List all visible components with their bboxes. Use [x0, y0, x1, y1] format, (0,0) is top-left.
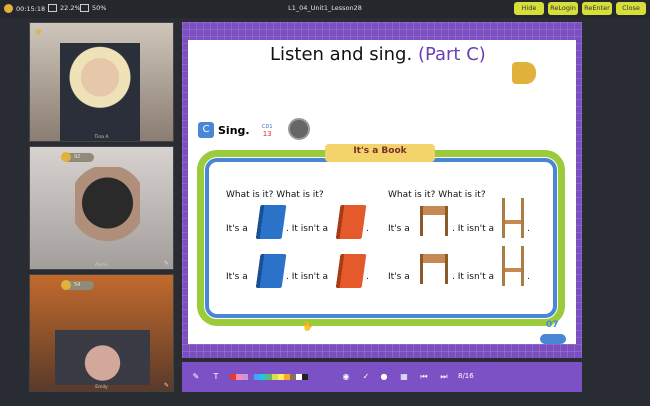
- memory-icon: [80, 4, 89, 12]
- participant-name: Aarav: [94, 263, 109, 268]
- section-letter: C: [198, 122, 214, 138]
- trophy-icon: [61, 280, 71, 290]
- prev-page-icon[interactable]: ⏭: [438, 371, 450, 383]
- eraser-icon[interactable]: ✓: [360, 371, 372, 383]
- first-page-icon[interactable]: ⏮: [418, 371, 430, 383]
- top-bar: 00:15:18 22.2% 50% L1_04_Unit1_Lesson28 …: [0, 0, 650, 18]
- chair-icon: [502, 198, 524, 238]
- blue-book-icon: [255, 205, 287, 239]
- page-indicator: 8/16: [458, 372, 474, 380]
- pen-icon[interactable]: ✎: [190, 371, 202, 383]
- cpu-icon: [48, 4, 57, 12]
- lyric-isnt-a: . It isn't a: [452, 272, 495, 282]
- lyric-period: .: [366, 272, 369, 282]
- red-book-icon: [335, 254, 367, 288]
- pencil-icon: ✎: [163, 260, 169, 267]
- left-question: What is it? What is it?: [226, 190, 324, 200]
- section-header: C Sing.: [198, 122, 250, 138]
- video-tile-teacher[interactable]: ★ Tina A: [29, 22, 174, 142]
- participant-name: Emily: [95, 385, 108, 390]
- calendar-icon[interactable]: ▦: [398, 371, 410, 383]
- lyric-period: .: [527, 272, 530, 282]
- participant-video: [60, 43, 140, 141]
- lyric-isnt-a: . It isn't a: [452, 224, 495, 234]
- video-tile-student-1[interactable]: 92 Aarav ✎: [29, 146, 174, 270]
- blue-book-icon: [255, 254, 287, 288]
- chair-icon: [502, 246, 524, 286]
- color-wheel-icon[interactable]: ◉: [340, 371, 352, 383]
- slide-part: (Part C): [417, 44, 486, 65]
- memory-area: 50%: [80, 4, 106, 12]
- text-icon[interactable]: T: [210, 371, 222, 383]
- right-question: What is it? What is it?: [388, 190, 486, 200]
- lyric-its-a: It's a: [388, 224, 410, 234]
- page-number: 07: [546, 320, 559, 330]
- speaker-icon[interactable]: [512, 62, 536, 84]
- section-label: Sing.: [218, 123, 250, 137]
- trophy-icon: [61, 152, 71, 162]
- slide-title-text: Listen and sing.: [270, 44, 413, 65]
- clock-icon: [4, 4, 13, 13]
- cursor-icon: ✋: [302, 322, 314, 332]
- cpu-text: 22.2%: [60, 4, 81, 12]
- close-button[interactable]: Close: [616, 2, 646, 15]
- relogin-button[interactable]: ReLogin: [548, 2, 578, 15]
- lyric-period: .: [366, 224, 369, 234]
- star-icon: ★: [34, 27, 43, 38]
- reenter-button[interactable]: ReEnter: [582, 2, 612, 15]
- hide-button[interactable]: Hide: [514, 2, 544, 15]
- lyric-period: .: [527, 224, 530, 234]
- lyric-isnt-a: . It isn't a: [286, 272, 329, 282]
- timer-text: 00:15:18: [16, 4, 46, 13]
- lyric-its-a: It's a: [226, 272, 248, 282]
- lyric-isnt-a: . It isn't a: [286, 224, 329, 234]
- lesson-name: L1_04_Unit1_Lesson28: [288, 4, 362, 12]
- banner-text: It's a Book: [353, 146, 407, 156]
- participant-video: [75, 167, 140, 257]
- memory-text: 50%: [92, 4, 107, 12]
- pencil-icon: ✎: [163, 382, 169, 389]
- desk-icon: [420, 254, 448, 284]
- red-book-icon: [335, 205, 367, 239]
- participant-video: [55, 330, 150, 385]
- lyric-its-a: It's a: [226, 224, 248, 234]
- slide-title: Listen and sing. (Part C): [270, 44, 486, 65]
- drawing-toolbar: ✎ T ◉ ✓ ● ▦ ⏮ ⏭ 8/16: [182, 362, 582, 392]
- book-banner: It's a Book: [325, 138, 435, 168]
- video-tile-student-2[interactable]: 54 Emily ✎: [29, 274, 174, 392]
- cpu-area: 22.2%: [48, 4, 81, 12]
- desk-icon: [420, 206, 448, 236]
- score-badge: 92: [61, 152, 94, 162]
- song-frame: [197, 150, 565, 326]
- audio-button[interactable]: [288, 118, 310, 140]
- score-badge: 54: [61, 280, 94, 290]
- abc-logo: [540, 334, 566, 344]
- participant-name: Tina A: [94, 135, 109, 140]
- microphone-icon[interactable]: ●: [378, 371, 390, 383]
- page-badge: 07: [528, 312, 568, 348]
- track-number: CD1 13: [262, 124, 273, 138]
- lyric-its-a: It's a: [388, 272, 410, 282]
- color-palette[interactable]: [230, 374, 308, 380]
- timer-area: 00:15:18: [4, 4, 45, 13]
